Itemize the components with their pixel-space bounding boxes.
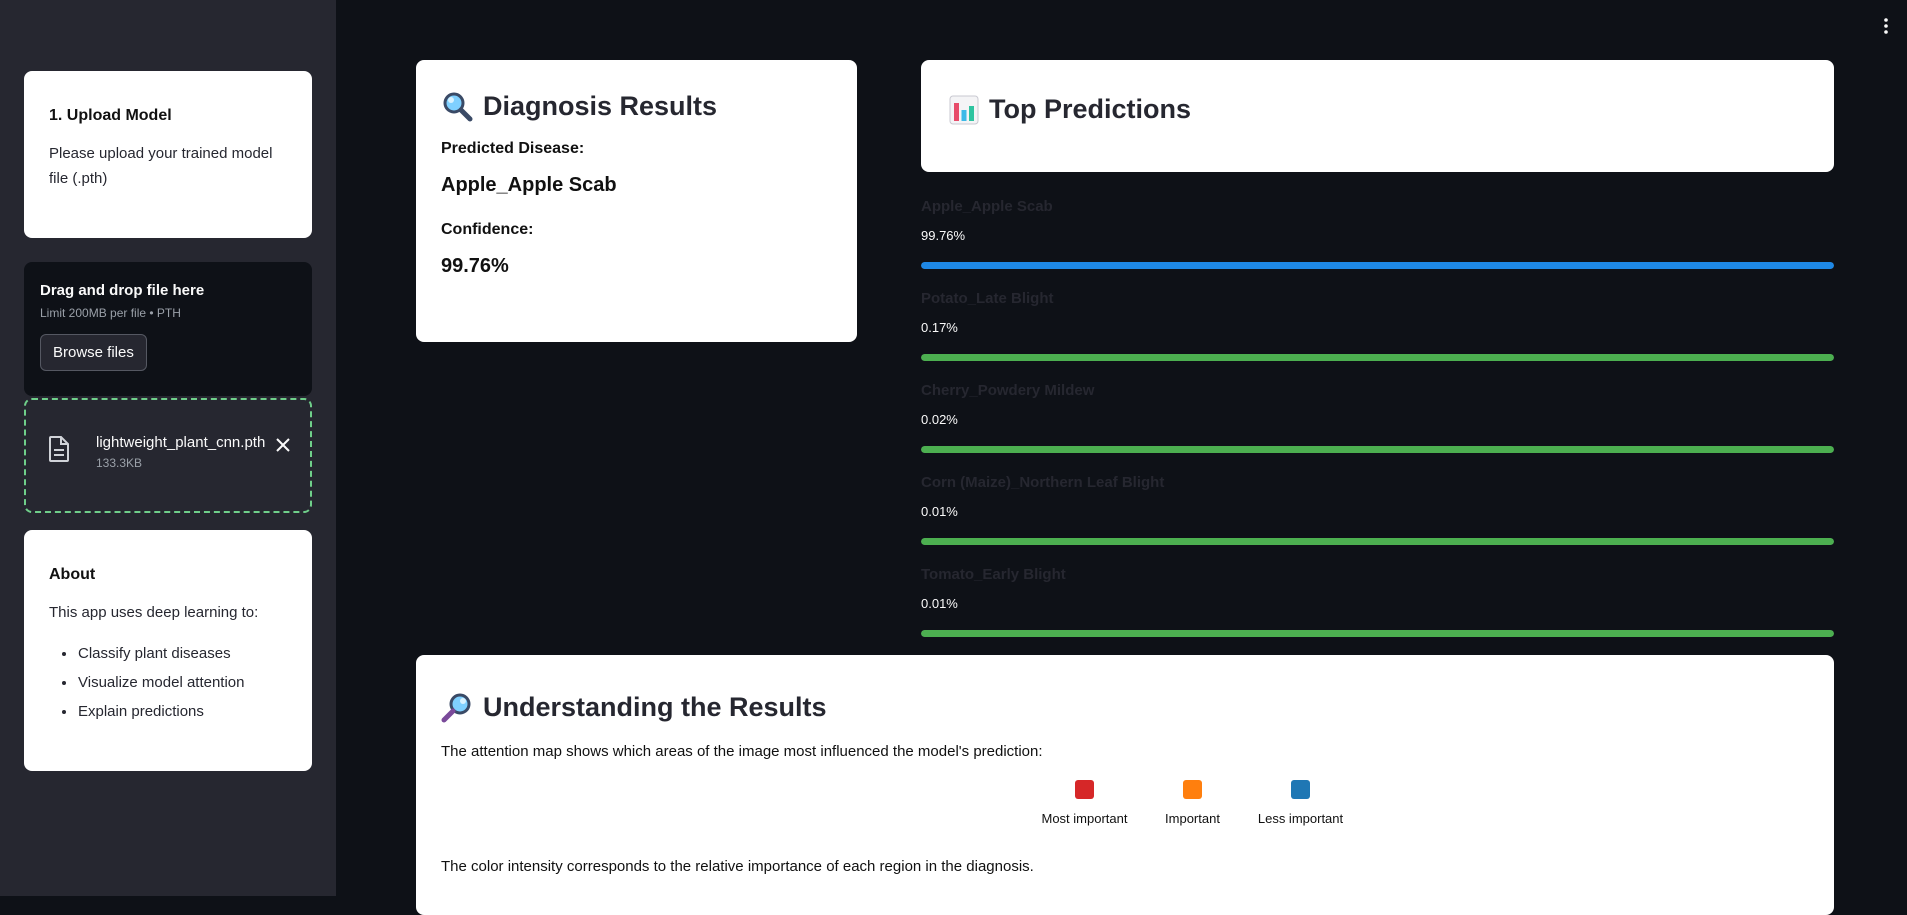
prediction-percent: 0.17%	[921, 320, 958, 335]
prediction-name: Corn (Maize)_Northern Leaf Blight	[921, 474, 1165, 491]
sidebar: 1. Upload Model Please upload your train…	[0, 0, 336, 896]
list-item: Classify plant diseases	[77, 639, 287, 668]
progress-bar	[921, 538, 1834, 545]
file-size: 133.3KB	[96, 456, 143, 470]
browse-files-button[interactable]: Browse files	[40, 334, 147, 371]
progress-fill	[921, 262, 1834, 269]
prediction-name: Potato_Late Blight	[921, 290, 1054, 307]
confidence-value: 99.76%	[441, 255, 509, 277]
prediction-row: Potato_Late Blight 0.17%	[921, 290, 1834, 382]
file-name: lightweight_plant_cnn.pth	[96, 434, 266, 451]
prediction-name: Apple_Apple Scab	[921, 198, 1053, 215]
understanding-text: The attention map shows which areas of t…	[441, 743, 1043, 760]
legend-item: Most important	[1031, 780, 1139, 826]
understanding-footer: The color intensity corresponds to the r…	[441, 858, 1034, 875]
upload-model-card: 1. Upload Model Please upload your train…	[24, 71, 312, 238]
prediction-row: Apple_Apple Scab 99.76%	[921, 198, 1834, 290]
progress-bar	[921, 262, 1834, 269]
list-item: Explain predictions	[77, 697, 287, 726]
legend-item: Less important	[1247, 780, 1355, 826]
legend-label: Less important	[1257, 811, 1344, 826]
about-text: This app uses deep learning to:	[49, 604, 259, 621]
prediction-percent: 99.76%	[921, 228, 966, 243]
prediction-row: Tomato_Early Blight 0.01%	[921, 566, 1834, 658]
prediction-name: Cherry_Powdery Mildew	[921, 382, 1095, 399]
legend-label: Important	[1165, 811, 1220, 826]
legend-swatch	[1183, 780, 1202, 799]
progress-bar	[921, 354, 1834, 361]
dropzone-title: Drag and drop file here	[40, 282, 205, 299]
bar-chart-icon	[949, 95, 979, 125]
top-predictions-title-row: Top Predictions	[949, 94, 1806, 125]
top-predictions-title: Top Predictions	[989, 94, 1192, 124]
understanding-card: Understanding the Results The attention …	[416, 655, 1834, 915]
progress-bar	[921, 446, 1834, 453]
diagnosis-title: Diagnosis Results	[483, 90, 718, 121]
upload-model-text: Please upload your trained model file (.…	[49, 145, 273, 187]
file-icon	[48, 436, 70, 467]
predicted-disease-value: Apple_Apple Scab	[441, 174, 617, 196]
legend-item: Important	[1139, 780, 1247, 826]
dropzone-limit: Limit 200MB per file • PTH	[40, 306, 181, 320]
top-predictions-card: Top Predictions	[921, 60, 1834, 172]
predicted-disease-label: Predicted Disease:	[441, 140, 585, 157]
confidence-label: Confidence:	[441, 221, 534, 238]
attention-legend: Most important Important Less important	[576, 780, 1809, 826]
about-heading: About	[49, 566, 96, 583]
prediction-percent: 0.01%	[921, 596, 958, 611]
prediction-row: Cherry_Powdery Mildew 0.02%	[921, 382, 1834, 474]
prediction-name: Tomato_Early Blight	[921, 566, 1066, 583]
list-item: Visualize model attention	[77, 668, 287, 697]
about-list: Classify plant diseases Visualize model …	[49, 639, 287, 726]
understanding-title-row: Understanding the Results	[441, 691, 1809, 723]
magnifier-icon	[441, 90, 473, 122]
magnifier-right-icon	[441, 691, 473, 723]
progress-fill	[921, 630, 1834, 637]
file-dropzone[interactable]: Drag and drop file here Limit 200MB per …	[24, 262, 312, 396]
kebab-menu-icon[interactable]	[1883, 18, 1889, 37]
upload-model-heading: 1. Upload Model	[49, 107, 172, 124]
close-icon[interactable]	[276, 436, 290, 456]
progress-fill	[921, 354, 1834, 361]
predictions-list: Apple_Apple Scab 99.76% Potato_Late Blig…	[921, 198, 1834, 658]
diagnosis-title-row: Diagnosis Results	[441, 90, 832, 122]
uploaded-file: lightweight_plant_cnn.pth 133.3KB	[24, 398, 312, 513]
progress-fill	[921, 446, 1834, 453]
understanding-title: Understanding the Results	[483, 691, 827, 722]
about-card: About This app uses deep learning to: Cl…	[24, 530, 312, 771]
progress-bar	[921, 630, 1834, 637]
prediction-row: Corn (Maize)_Northern Leaf Blight 0.01%	[921, 474, 1834, 566]
legend-swatch	[1291, 780, 1310, 799]
diagnosis-card: Diagnosis Results Predicted Disease: App…	[416, 60, 857, 342]
prediction-percent: 0.02%	[921, 412, 958, 427]
progress-fill	[921, 538, 1834, 545]
legend-swatch	[1075, 780, 1094, 799]
prediction-percent: 0.01%	[921, 504, 958, 519]
legend-label: Most important	[1041, 811, 1128, 826]
